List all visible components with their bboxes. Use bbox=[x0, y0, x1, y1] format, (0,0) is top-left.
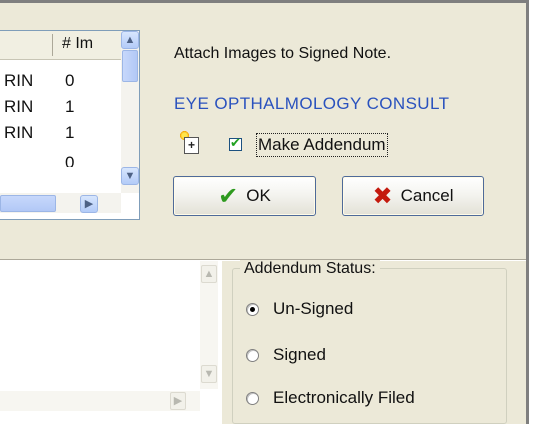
row-title: RIN bbox=[4, 97, 34, 116]
table-vertical-scrollbar[interactable]: ▲ ▼ bbox=[121, 31, 139, 193]
radio-label: Signed bbox=[273, 345, 326, 364]
column-divider bbox=[52, 34, 53, 56]
radio-selected-dot bbox=[250, 307, 255, 312]
table-row[interactable]: 0 bbox=[0, 149, 121, 167]
addendum-status-legend: Addendum Status: bbox=[240, 260, 380, 278]
radio-button[interactable] bbox=[246, 392, 259, 405]
table-row[interactable]: RIN 1 bbox=[0, 123, 121, 147]
image-table: # Im RIN 0 RIN 1 RIN 1 0 ▲ ▼ ▶ bbox=[0, 30, 140, 220]
scroll-right-icon[interactable]: ▶ bbox=[80, 195, 98, 213]
row-image-count: 1 bbox=[65, 123, 75, 142]
make-addendum-label-box: Make Addendum bbox=[256, 133, 388, 157]
scroll-down-icon[interactable]: ▼ bbox=[121, 167, 139, 185]
scroll-thumb[interactable] bbox=[122, 50, 138, 82]
table-horizontal-scrollbar[interactable]: ▶ bbox=[0, 193, 121, 213]
scroll-up-icon[interactable]: ▲ bbox=[121, 31, 139, 49]
checkmark-icon: ✔ bbox=[230, 135, 241, 150]
scroll-thumb[interactable] bbox=[0, 195, 56, 212]
add-addendum-icon: + bbox=[180, 131, 202, 155]
make-addendum-checkbox[interactable]: ✔ bbox=[229, 135, 242, 151]
ok-button-label: OK bbox=[246, 186, 271, 205]
row-title: RIN bbox=[4, 123, 34, 142]
row-image-count: 0 bbox=[65, 71, 75, 90]
cancel-x-icon: ✖ bbox=[372, 182, 393, 210]
make-addendum-label: Make Addendum bbox=[258, 135, 386, 154]
radio-un-signed[interactable]: Un-Signed bbox=[243, 297, 423, 323]
radio-signed[interactable]: Signed bbox=[243, 343, 423, 369]
cancel-button-label: Cancel bbox=[400, 186, 454, 205]
text-area-vertical-scrollbar[interactable]: ▲ ▼ bbox=[200, 261, 218, 389]
dialog-window: # Im RIN 0 RIN 1 RIN 1 0 ▲ ▼ ▶ Attach Im… bbox=[0, 0, 529, 427]
checkmark-icon: ✔ bbox=[218, 182, 239, 210]
radio-label: Un-Signed bbox=[273, 299, 354, 318]
cancel-button[interactable]: ✖ Cancel bbox=[342, 176, 484, 216]
table-header-row: # Im bbox=[0, 31, 121, 60]
table-row[interactable]: RIN 0 bbox=[0, 71, 121, 95]
radio-electronically-filed[interactable]: Electronically Filed bbox=[243, 386, 483, 412]
radio-button[interactable] bbox=[246, 303, 259, 316]
note-title: EYE OPTHALMOLOGY CONSULT bbox=[174, 94, 450, 113]
row-image-count: 1 bbox=[65, 97, 75, 116]
row-image-count: 0 bbox=[65, 153, 75, 167]
scroll-up-icon: ▲ bbox=[201, 265, 217, 283]
scroll-down-icon: ▼ bbox=[201, 365, 217, 383]
ok-button[interactable]: ✔ OK bbox=[173, 176, 316, 216]
table-row[interactable]: RIN 1 bbox=[0, 97, 121, 121]
row-title: RIN bbox=[4, 71, 34, 90]
note-text-area[interactable]: ▲ ▼ ▶ bbox=[0, 261, 222, 427]
scroll-right-icon: ▶ bbox=[170, 392, 186, 410]
attach-images-label: Attach Images to Signed Note. bbox=[174, 45, 392, 62]
column-header-image-count[interactable]: # Im bbox=[62, 35, 93, 53]
radio-label: Electronically Filed bbox=[273, 388, 415, 407]
text-area-horizontal-scrollbar[interactable]: ▶ bbox=[0, 391, 200, 411]
radio-button[interactable] bbox=[246, 349, 259, 362]
